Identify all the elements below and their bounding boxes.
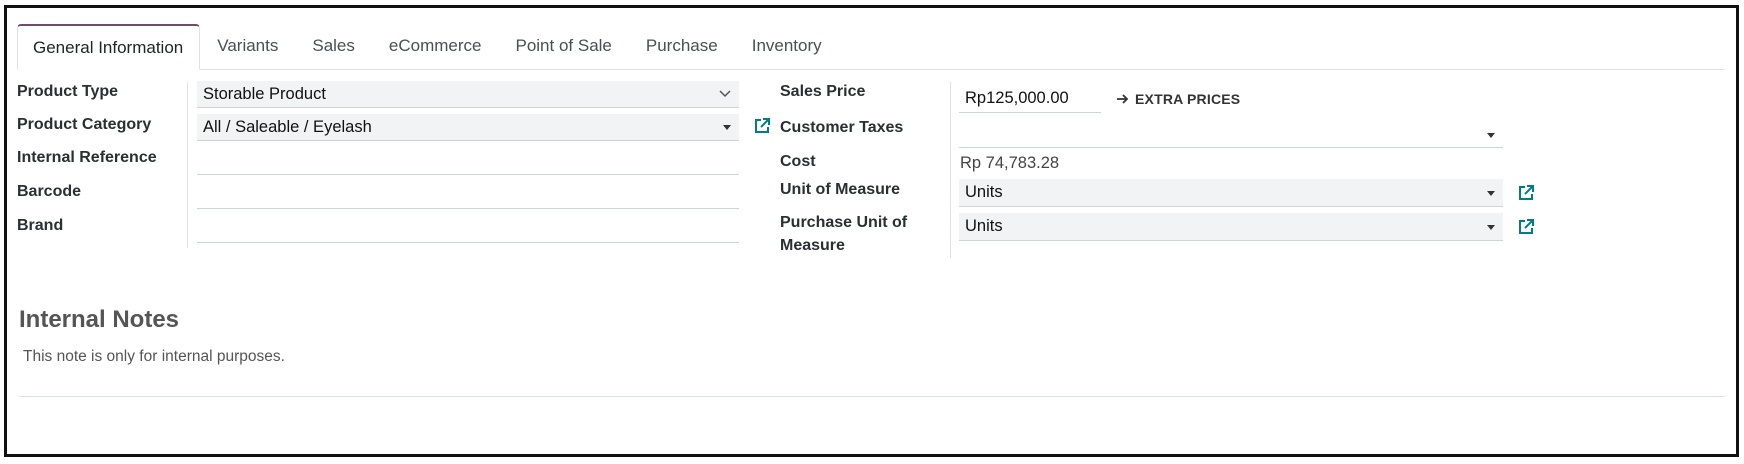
arrow-right-icon: [1117, 94, 1129, 104]
extra-prices-button[interactable]: EXTRA PRICES: [1116, 91, 1240, 107]
customer-taxes-input[interactable]: [959, 120, 1503, 148]
unit-of-measure-label: Unit of Measure: [780, 181, 901, 198]
sales-price-value: Rp125,000.00: [965, 89, 1069, 107]
purchase-uom-select[interactable]: Units: [959, 213, 1503, 241]
sales-price-input[interactable]: Rp125,000.00: [959, 85, 1101, 113]
brand-input[interactable]: [197, 215, 739, 243]
barcode-input[interactable]: [197, 181, 739, 209]
tab-point-of-sale[interactable]: Point of Sale: [498, 23, 628, 69]
purchase-uom-label-line1: Purchase Unit of: [780, 214, 908, 231]
caret-down-icon: [723, 125, 731, 130]
customer-taxes-label: Customer Taxes: [780, 119, 904, 136]
caret-down-icon: [1487, 191, 1495, 196]
internal-reference-input[interactable]: [197, 147, 739, 175]
notebook-tabs: General Information Variants Sales eComm…: [17, 22, 1725, 70]
brand-label: Brand: [17, 217, 64, 234]
unit-of-measure-value: Units: [965, 183, 1003, 201]
product-category-value: All / Saleable / Eyelash: [203, 117, 372, 136]
notes-divider: [19, 396, 1725, 397]
external-link-icon[interactable]: [753, 117, 771, 135]
product-type-select[interactable]: Storable Product: [197, 81, 739, 108]
barcode-label: Barcode: [17, 183, 82, 200]
caret-down-icon: [1487, 133, 1495, 138]
tab-ecommerce[interactable]: eCommerce: [372, 23, 499, 69]
internal-notes-title: Internal Notes: [19, 306, 180, 333]
internal-reference-label: Internal Reference: [17, 149, 157, 166]
chevron-down-icon: [719, 87, 731, 101]
purchase-uom-value: Units: [965, 217, 1003, 235]
tab-inventory[interactable]: Inventory: [735, 23, 839, 69]
cost-label: Cost: [780, 153, 816, 170]
product-type-value: Storable Product: [203, 84, 326, 103]
external-link-icon[interactable]: [1517, 218, 1535, 236]
unit-of-measure-select[interactable]: Units: [959, 179, 1503, 207]
left-label-separator: [187, 82, 188, 248]
product-form: General Information Variants Sales eComm…: [4, 5, 1739, 457]
right-label-separator: [950, 82, 951, 258]
cost-value: Rp 74,783.28: [960, 154, 1060, 172]
product-category-select[interactable]: All / Saleable / Eyelash: [197, 114, 739, 141]
internal-notes-input[interactable]: This note is only for internal purposes.: [23, 348, 285, 366]
purchase-uom-label-line2: Measure: [780, 237, 845, 254]
sales-price-label: Sales Price: [780, 83, 866, 100]
product-type-label: Product Type: [17, 83, 119, 100]
tab-sales[interactable]: Sales: [295, 23, 372, 69]
tab-variants[interactable]: Variants: [200, 23, 295, 69]
caret-down-icon: [1487, 225, 1495, 230]
tab-purchase[interactable]: Purchase: [629, 23, 735, 69]
tab-general-information[interactable]: General Information: [17, 24, 201, 70]
extra-prices-label: EXTRA PRICES: [1135, 91, 1241, 107]
external-link-icon[interactable]: [1517, 184, 1535, 202]
product-category-label: Product Category: [17, 116, 152, 133]
